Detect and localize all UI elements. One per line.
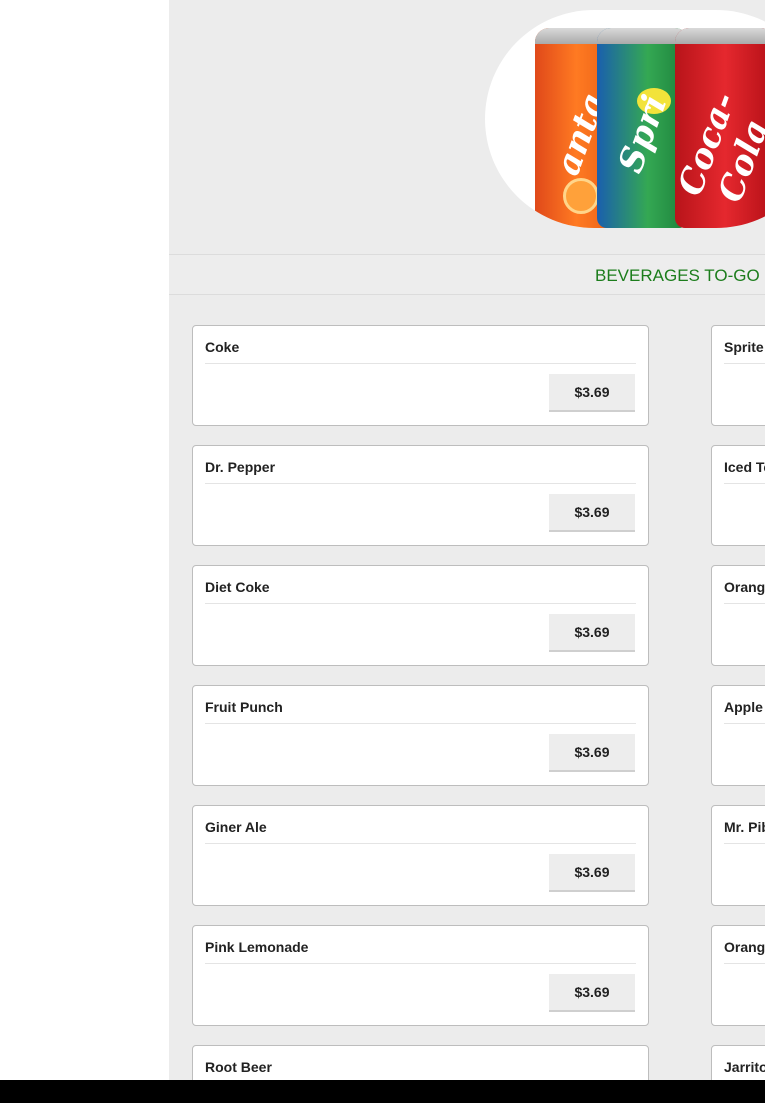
menu-item-name: Dr. Pepper	[205, 459, 276, 475]
divider	[205, 843, 636, 844]
divider	[724, 843, 765, 844]
hero-banner: anta Spri Coca-Cola	[169, 0, 765, 254]
menu-item-card[interactable]: Orang	[711, 925, 765, 1026]
menu-item-card[interactable]: Mr. Pib	[711, 805, 765, 906]
menu-item-card[interactable]: Dr. Pepper $3.69	[192, 445, 649, 546]
sprite-can-text: Spri	[610, 89, 676, 179]
menu-item-name: Diet Coke	[205, 579, 270, 595]
menu-item-card[interactable]: Apple	[711, 685, 765, 786]
price-button[interactable]: $3.69	[549, 854, 635, 892]
divider	[169, 294, 765, 295]
menu-item-card[interactable]: Giner Ale $3.69	[192, 805, 649, 906]
menu-item-card[interactable]: Diet Coke $3.69	[192, 565, 649, 666]
divider	[724, 963, 765, 964]
menu-item-card[interactable]: Iced Te	[711, 445, 765, 546]
price-button[interactable]: $3.69	[549, 614, 635, 652]
menu-item-name: Apple	[724, 699, 763, 715]
left-margin	[0, 0, 169, 1080]
menu-item-card[interactable]: Jarritos	[711, 1045, 765, 1080]
menu-item-card[interactable]: Sprite	[711, 325, 765, 426]
divider	[205, 483, 636, 484]
beverage-cans-image: anta Spri Coca-Cola	[485, 10, 765, 228]
coke-can: Coca-Cola	[675, 28, 765, 228]
menu-item-name: Iced Te	[724, 459, 765, 475]
menu-item-name: Orang	[724, 939, 765, 955]
section-header: BEVERAGES TO-GO	[169, 255, 765, 294]
menu-item-card[interactable]: Coke $3.69	[192, 325, 649, 426]
divider	[724, 723, 765, 724]
menu-item-name: Giner Ale	[205, 819, 267, 835]
menu-item-name: Orang	[724, 579, 765, 595]
divider	[205, 363, 636, 364]
menu-item-name: Sprite	[724, 339, 764, 355]
main-content: anta Spri Coca-Cola BEVERAGES TO-GO Coke	[169, 0, 765, 1080]
price-button[interactable]: $3.69	[549, 734, 635, 772]
menu-item-name: Pink Lemonade	[205, 939, 309, 955]
price-button[interactable]: $3.69	[549, 494, 635, 532]
divider	[205, 603, 636, 604]
section-title: BEVERAGES TO-GO	[595, 266, 760, 285]
menu-item-card[interactable]: Fruit Punch $3.69	[192, 685, 649, 786]
menu-item-name: Coke	[205, 339, 240, 355]
menu-item-name: Root Beer	[205, 1059, 272, 1075]
divider	[205, 963, 636, 964]
menu-item-card[interactable]: Root Beer	[192, 1045, 649, 1080]
divider	[724, 603, 765, 604]
page: anta Spri Coca-Cola BEVERAGES TO-GO Coke	[0, 0, 765, 1103]
price-button[interactable]: $3.69	[549, 974, 635, 1012]
menu-item-name: Mr. Pib	[724, 819, 765, 835]
coke-can-text: Coca-Cola	[675, 87, 765, 208]
menu-item-name: Fruit Punch	[205, 699, 283, 715]
divider	[724, 483, 765, 484]
price-button[interactable]: $3.69	[549, 374, 635, 412]
bottom-bar	[0, 1080, 765, 1103]
menu-item-card[interactable]: Pink Lemonade $3.69	[192, 925, 649, 1026]
menu-item-card[interactable]: Orang	[711, 565, 765, 666]
divider	[724, 363, 765, 364]
divider	[205, 723, 636, 724]
menu-item-name: Jarritos	[724, 1059, 765, 1075]
